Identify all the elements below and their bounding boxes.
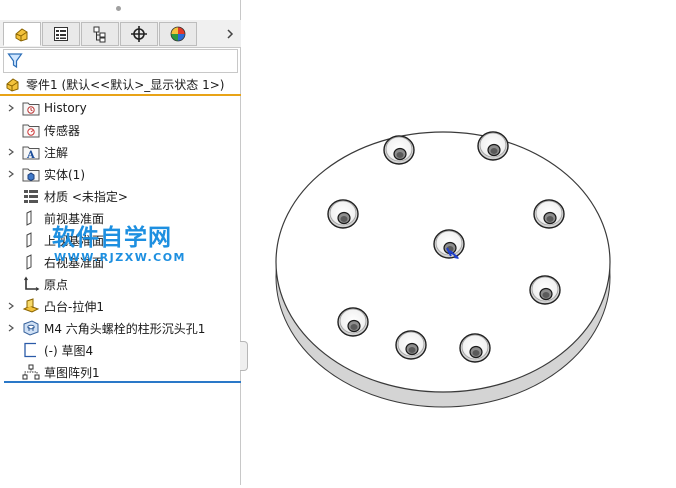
sensor-icon [22,121,40,139]
tab-configuration-manager[interactable] [81,22,119,46]
chevron-right-icon [227,29,234,39]
tree-item-sketch-pattern1[interactable]: 草图阵列1 [0,361,238,383]
svg-text:A: A [26,150,35,160]
boss-extrude-icon [22,297,40,315]
tab-property-manager[interactable] [42,22,80,46]
tree-item-top-plane[interactable]: 上视基准面 [0,229,238,251]
expand-arrow-icon[interactable] [4,97,18,119]
rollback-bar[interactable] [4,381,241,383]
expand-arrow-icon[interactable] [4,163,18,185]
tree-item-history[interactable]: History [0,97,238,119]
tree-item-boss-extrude1[interactable]: 凸台-拉伸1 [0,295,238,317]
solid-body-icon [22,165,40,183]
tab-dimxpert-manager[interactable] [120,22,158,46]
counterbore-hole[interactable] [383,135,415,165]
tab-scroll-right-button[interactable] [222,24,238,44]
feature-manager-panel: 零件1 (默认<<默认>_显示状态 1>) History 传感器 A 注解 实… [0,0,241,485]
tree-item-solid-bodies[interactable]: 实体(1) [0,163,238,185]
tree-item-sketch4[interactable]: (-) 草图4 [0,339,238,361]
feature-filter-input[interactable] [3,49,238,73]
tree-item-label: History [44,101,87,115]
tree-item-front-plane[interactable]: 前视基准面 [0,207,238,229]
plane-icon [22,209,40,227]
part-icon [15,28,28,42]
plane-icon [22,231,40,249]
part-root-label: 零件1 (默认<<默认>_显示状态 1>) [26,77,225,92]
history-folder-icon [22,99,40,117]
appearance-ball-icon [170,26,186,42]
counterbore-hole[interactable] [459,333,491,363]
tree-item-label: 注解 [44,145,69,160]
part-icon [6,78,19,92]
tree-item-m4-cbore-hole1[interactable]: M4 六角头螺栓的柱形沉头孔1 [0,317,238,339]
tree-item-annotations[interactable]: A 注解 [0,141,238,163]
expand-arrow-icon[interactable] [4,295,18,317]
sketch-pattern-icon [22,363,40,381]
expand-arrow-icon[interactable] [4,317,18,339]
tree-item-label: 材质 <未指定> [44,189,128,204]
tree-item-label: 右视基准面 [44,255,105,270]
part-root-node[interactable]: 零件1 (默认<<默认>_显示状态 1>) [0,74,241,96]
annotation-icon: A [22,143,40,161]
panel-collapse-handle[interactable] [240,341,248,371]
graphics-area[interactable] [249,0,676,485]
disc-top-face [275,131,611,393]
part-model-view[interactable] [249,0,676,485]
tree-item-label: M4 六角头螺栓的柱形沉头孔1 [44,321,206,336]
tree-item-label: 实体(1) [44,167,85,182]
origin-icon [22,275,40,293]
plane-icon [22,253,40,271]
sketch-icon [22,341,40,359]
tree-item-label: 前视基准面 [44,211,105,226]
tree-item-label: 凸台-拉伸1 [44,299,104,314]
tab-feature-manager[interactable] [3,22,41,46]
panel-grip-dot[interactable] [116,6,121,11]
counterbore-hole[interactable] [529,275,561,305]
expand-arrow-icon[interactable] [4,141,18,163]
tree-item-right-plane[interactable]: 右视基准面 [0,251,238,273]
hole-wizard-icon [22,319,40,337]
counterbore-hole[interactable] [395,330,427,360]
filter-funnel-icon [7,53,23,69]
configuration-icon [93,26,106,43]
counterbore-hole[interactable] [533,199,565,229]
material-icon [22,187,40,205]
manager-tab-bar [0,20,241,48]
tree-item-sensors[interactable]: 传感器 [0,119,238,141]
tree-item-label: 草图阵列1 [44,365,100,380]
counterbore-hole[interactable] [327,199,359,229]
tab-display-manager[interactable] [159,22,197,46]
tree-item-label: 上视基准面 [44,233,105,248]
tree-item-label: 传感器 [44,123,81,138]
tree-item-label: 原点 [44,277,69,292]
property-list-icon [54,27,68,41]
counterbore-hole[interactable] [337,307,369,337]
tree-item-origin[interactable]: 原点 [0,273,238,295]
tree-item-label: (-) 草图4 [44,343,94,358]
counterbore-hole[interactable] [477,131,509,161]
tree-item-material[interactable]: 材质 <未指定> [0,185,238,207]
crosshair-icon [131,26,147,42]
